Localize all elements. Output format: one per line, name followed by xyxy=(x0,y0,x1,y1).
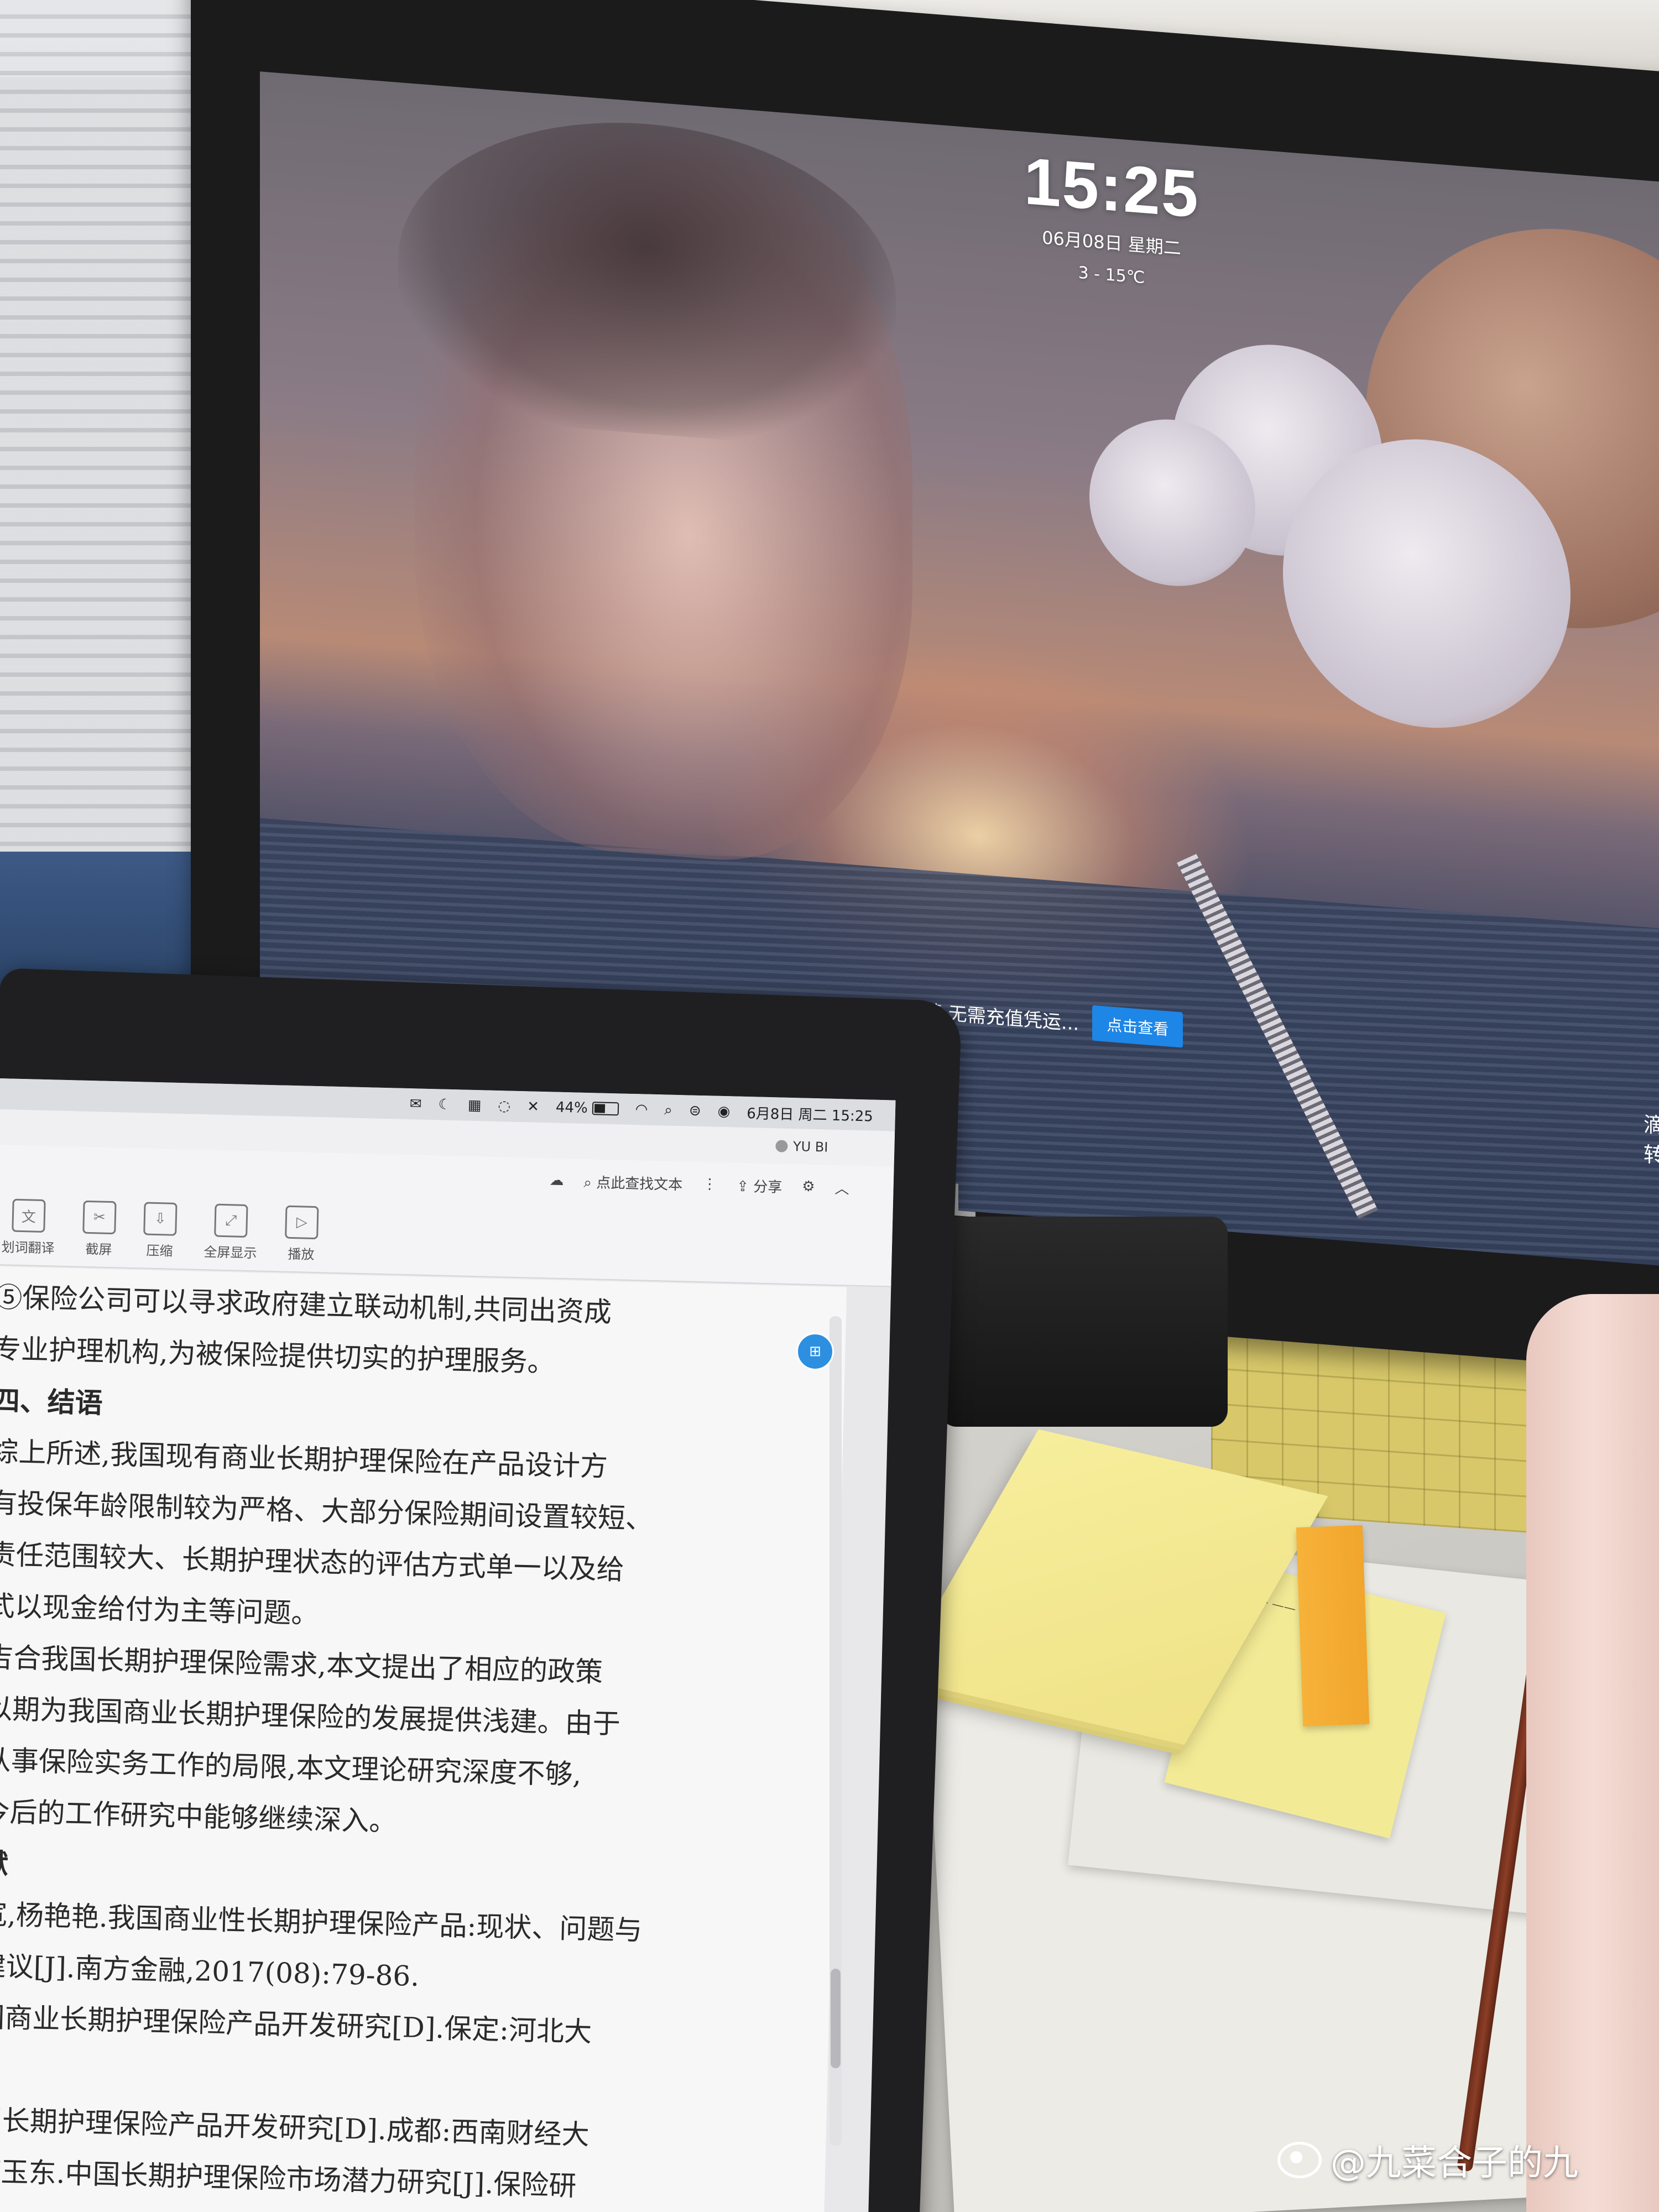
fullscreen-tool[interactable]: ⤢ 全屏显示 xyxy=(204,1203,258,1261)
battery-status[interactable]: 44% xyxy=(556,1099,619,1118)
menubar-clock[interactable]: 6月8日 周二 15:25 xyxy=(747,1102,873,1126)
compress-icon: ⇩ xyxy=(143,1202,178,1236)
battery-fill xyxy=(594,1104,606,1113)
translate-tool[interactable]: 文 划词翻译 xyxy=(1,1198,55,1256)
play-tool[interactable]: ▷ 播放 xyxy=(284,1205,319,1263)
monitor-stand xyxy=(940,1217,1228,1427)
scrollbar-thumb[interactable] xyxy=(831,1969,841,2068)
share-icon: ⇪ xyxy=(736,1178,749,1195)
compress-tool[interactable]: ⇩ 压缩 xyxy=(143,1202,178,1259)
side-text-line: 转 xyxy=(1643,1142,1659,1168)
floating-tool-icon[interactable]: ⊞ xyxy=(796,1333,834,1370)
cloud-sync-icon[interactable]: ☁ xyxy=(549,1172,564,1189)
user-name: YU BI xyxy=(792,1139,828,1155)
battery-icon xyxy=(592,1102,619,1116)
weibo-icon xyxy=(1277,2142,1322,2178)
scissors-icon: ✂ xyxy=(82,1200,117,1235)
side-text: 滴 转 xyxy=(1644,1109,1659,1171)
tool-label: 压缩 xyxy=(146,1243,173,1259)
laptop-screen: ✉ ☾ ▦ ◌ ✕ 44% ◠ ⌕ ⊜ ◉ 6月8日 周二 15:25 YU B… xyxy=(0,1078,896,2212)
siri-icon[interactable]: ◉ xyxy=(717,1103,730,1120)
bluetooth-off-icon[interactable]: ✕ xyxy=(527,1098,540,1115)
control-center-icon[interactable]: ⊜ xyxy=(689,1102,702,1119)
orange-sticky-tab xyxy=(1296,1525,1370,1726)
photo-scene: 15:25 06月08日 星期二 3 - 15℃ 精,无需充值凭运... 点击查… xyxy=(0,0,1659,2212)
wifi-icon[interactable]: ◠ xyxy=(635,1101,648,1118)
settings-icon[interactable]: ⚙ xyxy=(802,1178,815,1195)
side-text-line: 滴 xyxy=(1643,1112,1659,1139)
avatar xyxy=(775,1140,788,1152)
lock-screen-clock: 15:25 06月08日 星期二 3 - 15℃ xyxy=(946,137,1277,298)
play-icon: ▷ xyxy=(285,1205,319,1240)
translate-icon: 文 xyxy=(12,1198,46,1233)
document-page: ⑤保险公司可以寻求政府建立联动机制,共同出资成 专业护理机构,为被保险提供切实的护… xyxy=(0,1266,847,2212)
search-icon: ⌕ xyxy=(583,1174,592,1191)
grid-icon[interactable]: ▦ xyxy=(468,1097,482,1114)
tool-label: 划词翻译 xyxy=(1,1239,55,1256)
battery-percent: 44% xyxy=(555,1099,588,1117)
wechat-icon[interactable]: ✉ xyxy=(409,1095,422,1113)
user-account[interactable]: YU BI xyxy=(775,1138,828,1155)
moon-icon[interactable]: ☾ xyxy=(438,1096,451,1113)
share-label: 分享 xyxy=(753,1178,782,1196)
screenshot-tool[interactable]: ✂ 截屏 xyxy=(82,1200,117,1258)
weibo-watermark: @九菜合子的九 xyxy=(1277,2135,1578,2185)
collapse-icon[interactable]: ︿ xyxy=(834,1177,849,1198)
circle-icon[interactable]: ◌ xyxy=(498,1098,510,1115)
thermos-bottle xyxy=(1526,1294,1659,2212)
view-button[interactable]: 点击查看 xyxy=(1092,1005,1183,1048)
share-button[interactable]: ⇪ 分享 xyxy=(737,1175,782,1196)
tool-label: 全屏显示 xyxy=(204,1244,257,1261)
portrait-hair xyxy=(398,104,896,453)
fullscreen-icon: ⤢ xyxy=(214,1203,248,1238)
search-box[interactable]: ⌕ 点此查找文本 xyxy=(583,1171,683,1193)
more-icon[interactable]: ⋮ xyxy=(702,1176,717,1193)
watermark-text: @九菜合子的九 xyxy=(1331,2143,1578,2184)
tool-label: 截屏 xyxy=(85,1241,112,1258)
search-icon[interactable]: ⌕ xyxy=(664,1102,672,1119)
search-placeholder: 点此查找文本 xyxy=(596,1174,683,1193)
scrollbar[interactable] xyxy=(830,1316,842,2146)
tool-label: 播放 xyxy=(288,1246,315,1262)
